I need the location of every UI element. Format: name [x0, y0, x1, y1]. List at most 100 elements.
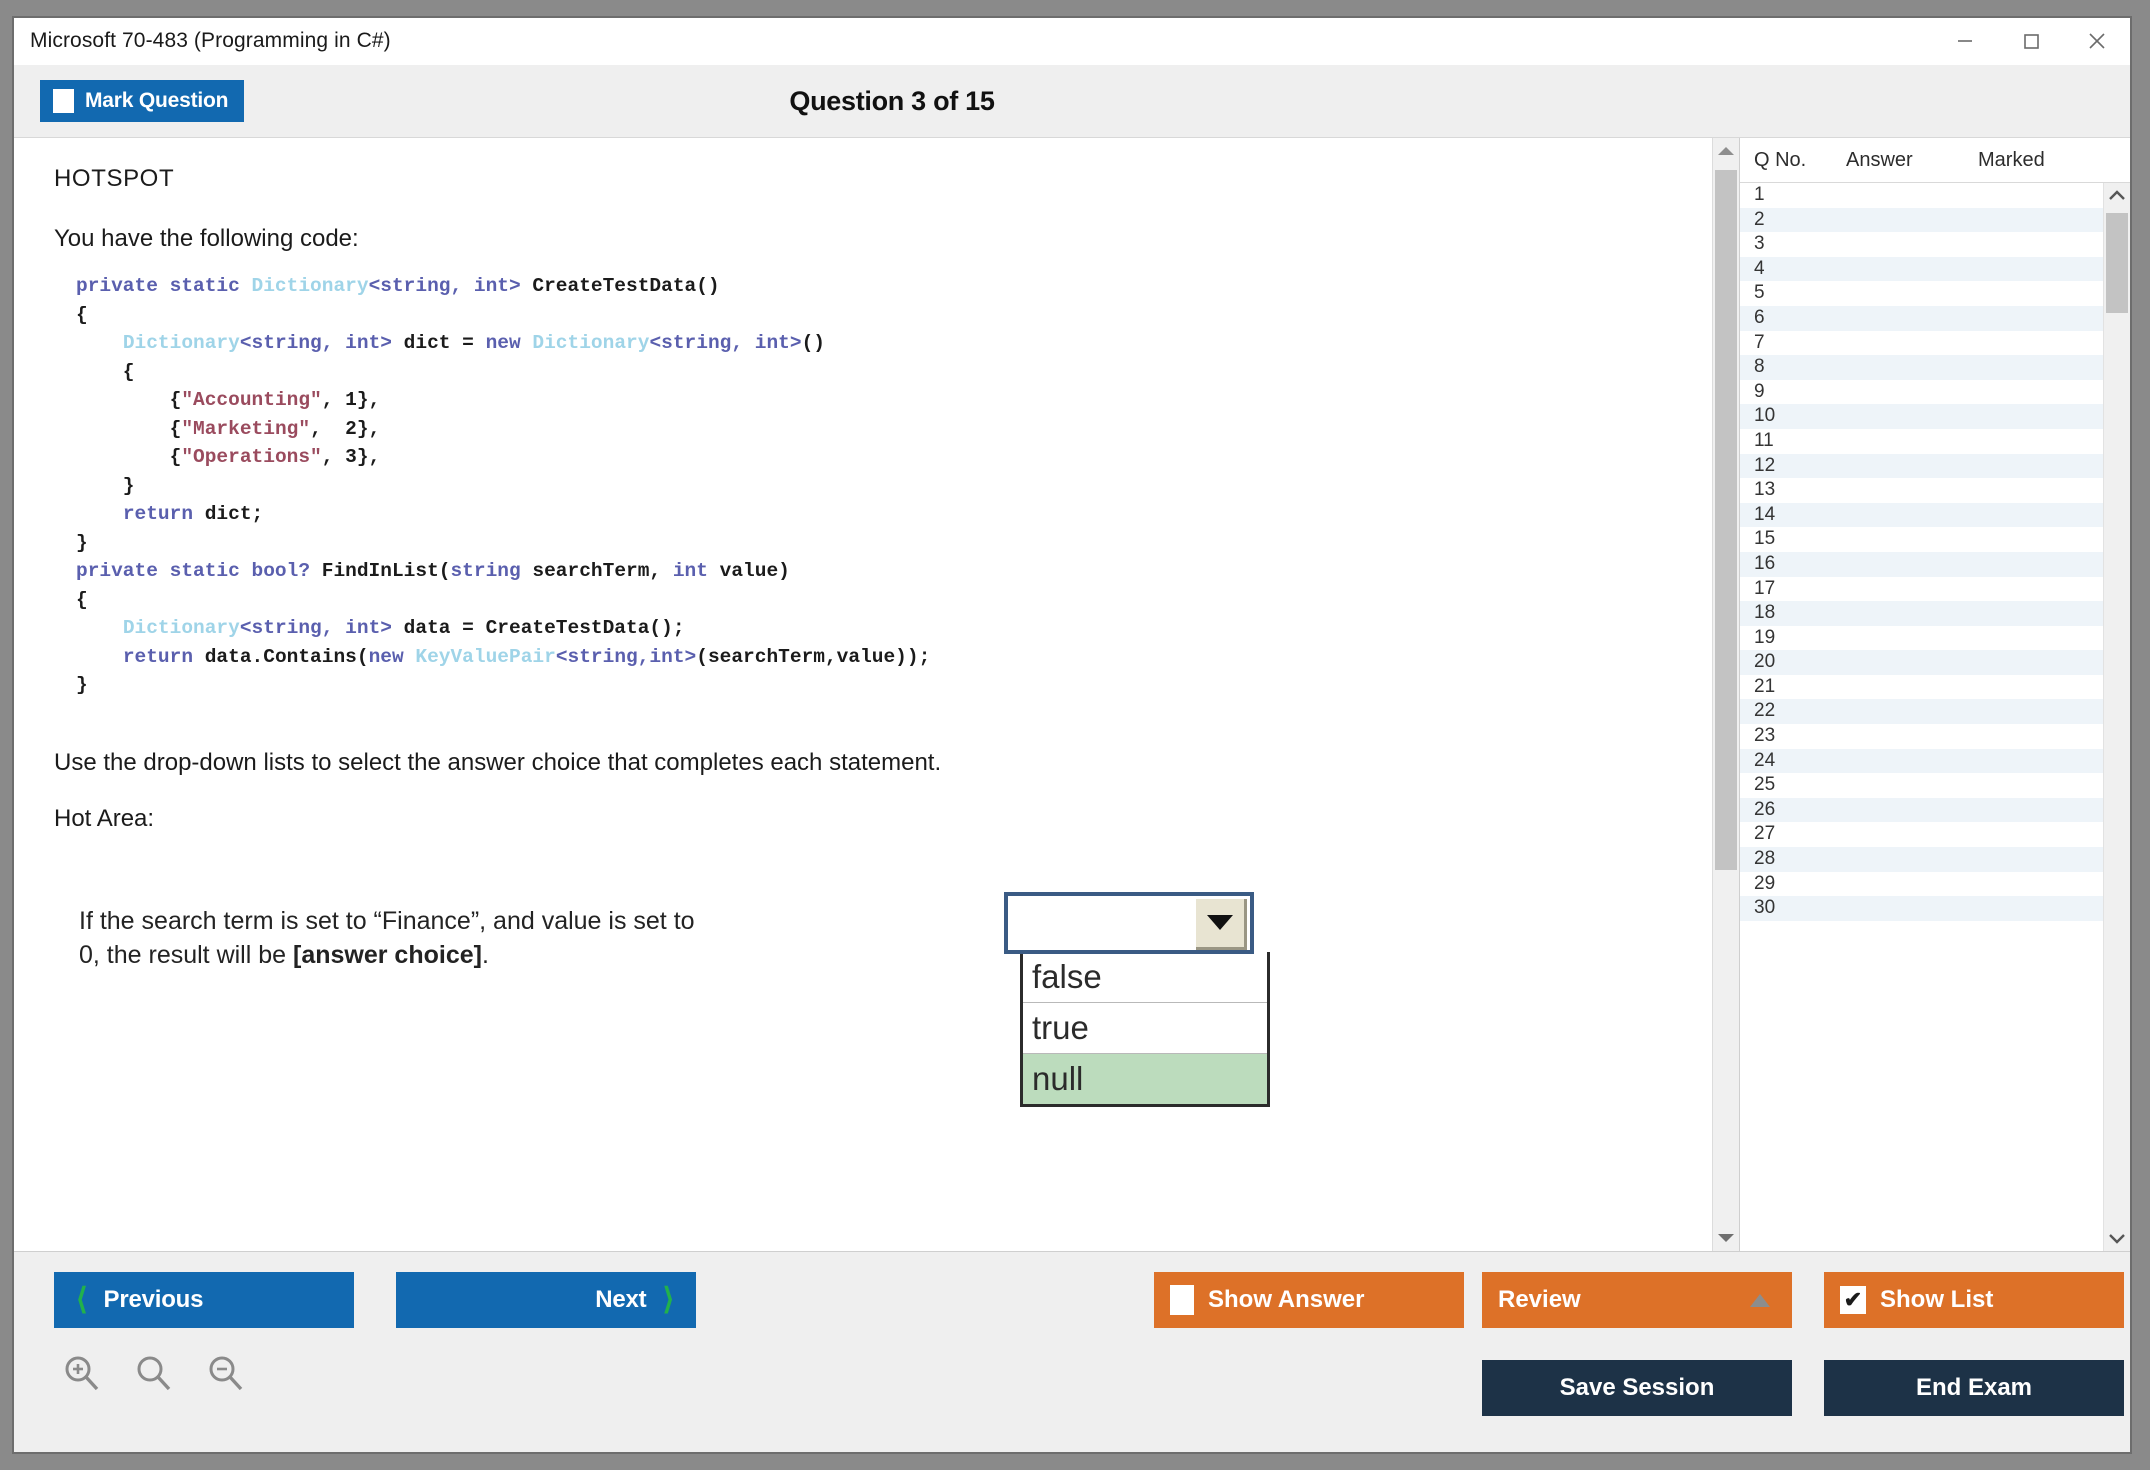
zoom-out-icon[interactable]	[204, 1352, 248, 1396]
table-row[interactable]: 9	[1740, 379, 2103, 405]
table-row[interactable]: 28	[1740, 847, 2103, 872]
mark-question-label: Mark Question	[85, 89, 229, 112]
table-row[interactable]: 16	[1740, 551, 2103, 577]
code-line: Dictionary<string, int> dict = new Dicti…	[76, 329, 1712, 358]
code-token: <string, int>	[368, 275, 533, 297]
table-row[interactable]: 7	[1740, 330, 2103, 356]
title-bar: Microsoft 70-483 (Programming in C#)	[14, 18, 2130, 65]
save-session-button[interactable]: Save Session	[1482, 1360, 1792, 1416]
code-line: }	[76, 529, 1712, 558]
table-row[interactable]: 19	[1740, 625, 2103, 651]
minimize-icon[interactable]	[1932, 18, 1998, 64]
code-token: dict;	[204, 503, 264, 525]
table-row[interactable]: 30	[1740, 896, 2103, 921]
table-row[interactable]: 14	[1740, 502, 2103, 528]
review-scroll-thumb[interactable]	[2106, 213, 2128, 313]
code-token: }	[76, 674, 88, 696]
code-line: return dict;	[76, 500, 1712, 529]
zoom-reset-icon[interactable]	[132, 1352, 176, 1396]
table-row[interactable]: 18	[1740, 601, 2103, 626]
code-token: {	[76, 303, 88, 326]
table-row[interactable]: 25	[1740, 773, 2103, 798]
code-token: Dictionary	[122, 617, 240, 639]
table-row[interactable]: 27	[1740, 822, 2103, 848]
check-icon: ✔	[1843, 1287, 1863, 1312]
next-button[interactable]: Next ⟩	[396, 1272, 696, 1328]
review-scroll-track[interactable]	[2104, 209, 2130, 1225]
table-row[interactable]: 13	[1740, 478, 2103, 503]
review-list-header: Q No. Answer Marked	[1740, 138, 2130, 183]
dropdown-closed-field[interactable]	[1004, 891, 1254, 954]
review-scroll-up-icon[interactable]	[2104, 183, 2130, 209]
statement-text-trailing: .	[481, 940, 489, 969]
table-row[interactable]: 15	[1740, 527, 2103, 552]
table-row[interactable]: 20	[1740, 650, 2103, 675]
review-button[interactable]: Review	[1482, 1272, 1792, 1328]
code-token: , 2},	[310, 417, 381, 440]
show-answer-button[interactable]: Show Answer	[1154, 1272, 1464, 1328]
table-row[interactable]: 4	[1740, 256, 2103, 282]
code-token: {	[76, 389, 182, 411]
code-token: <string, int>	[239, 617, 404, 639]
show-list-button[interactable]: ✔ Show List	[1824, 1272, 2124, 1328]
code-token: {	[76, 360, 135, 383]
zoom-in-icon[interactable]	[60, 1352, 104, 1396]
code-line: {"Accounting", 1},	[76, 386, 1712, 415]
code-token: <string,int>	[555, 645, 697, 668]
show-list-checkbox[interactable]: ✔	[1840, 1286, 1866, 1314]
code-token: Dictionary	[122, 332, 240, 354]
column-header-marked: Marked	[1978, 148, 2045, 171]
code-line: {	[76, 358, 1712, 387]
dropdown-option[interactable]: null	[1023, 1053, 1267, 1104]
code-line: private static bool? FindInList(string s…	[76, 557, 1712, 586]
maximize-icon[interactable]	[1998, 18, 2064, 64]
end-exam-button[interactable]: End Exam	[1824, 1360, 2124, 1416]
dropdown-option[interactable]: false	[1023, 952, 1267, 1003]
table-row[interactable]: 1	[1740, 183, 2103, 208]
review-list-body: 1 2 3 4 5 6 7 8 9 10 11 12 13 14 15 16 17 18 19 20 21 22 23 24 2…	[1740, 183, 2130, 1251]
table-row[interactable]: 2	[1740, 207, 2103, 233]
table-row[interactable]: 23	[1740, 724, 2103, 749]
scroll-up-icon[interactable]	[1713, 138, 1739, 164]
table-row[interactable]: 11	[1740, 428, 2103, 454]
code-token: string	[450, 560, 533, 582]
question-header-bar: Mark Question Question 3 of 15	[14, 65, 2130, 138]
code-token: dict =	[403, 332, 486, 354]
table-row[interactable]: 29	[1740, 871, 2103, 897]
review-scroll-down-icon[interactable]	[2104, 1225, 2130, 1251]
save-session-label: Save Session	[1559, 1374, 1715, 1401]
table-row[interactable]: 21	[1740, 674, 2103, 700]
mark-question-button[interactable]: Mark Question	[40, 80, 245, 122]
code-token: return	[122, 645, 205, 668]
table-row[interactable]: 12	[1740, 453, 2103, 479]
content-scroll-thumb[interactable]	[1715, 170, 1737, 870]
table-row[interactable]: 26	[1740, 797, 2103, 823]
question-intro: You have the following code:	[54, 225, 359, 252]
show-answer-checkbox[interactable]	[1170, 1285, 1194, 1315]
scroll-down-icon[interactable]	[1713, 1225, 1739, 1251]
content-scroll-track[interactable]	[1713, 164, 1739, 1225]
answer-dropdown[interactable]: false true null	[1004, 891, 1270, 1107]
dropdown-option[interactable]: true	[1023, 1003, 1267, 1054]
table-row[interactable]: 8	[1740, 355, 2103, 380]
code-line: {	[76, 586, 1712, 615]
chevron-down-icon[interactable]	[1196, 898, 1247, 950]
review-list-scrollbar[interactable]	[2103, 183, 2130, 1251]
code-token: KeyValuePair	[415, 645, 556, 668]
table-row[interactable]: 5	[1740, 281, 2103, 306]
previous-button[interactable]: ⟨ Previous	[54, 1272, 354, 1328]
table-row[interactable]: 10	[1740, 404, 2103, 429]
table-row[interactable]: 24	[1740, 748, 2103, 774]
table-row[interactable]: 6	[1740, 305, 2103, 331]
question-content: HOTSPOT You have the following code: pri…	[14, 138, 1712, 1251]
table-row[interactable]: 17	[1740, 576, 2103, 602]
review-rows[interactable]: 1 2 3 4 5 6 7 8 9 10 11 12 13 14 15 16 17 18 19 20 21 22 23 24 2…	[1740, 183, 2103, 1251]
mark-question-checkbox[interactable]	[53, 89, 74, 113]
table-row[interactable]: 3	[1740, 232, 2103, 257]
close-icon[interactable]	[2064, 18, 2130, 64]
table-row[interactable]: 22	[1740, 699, 2103, 725]
dropdown-option-list[interactable]: false true null	[1020, 951, 1270, 1107]
content-scrollbar[interactable]	[1712, 138, 1739, 1251]
